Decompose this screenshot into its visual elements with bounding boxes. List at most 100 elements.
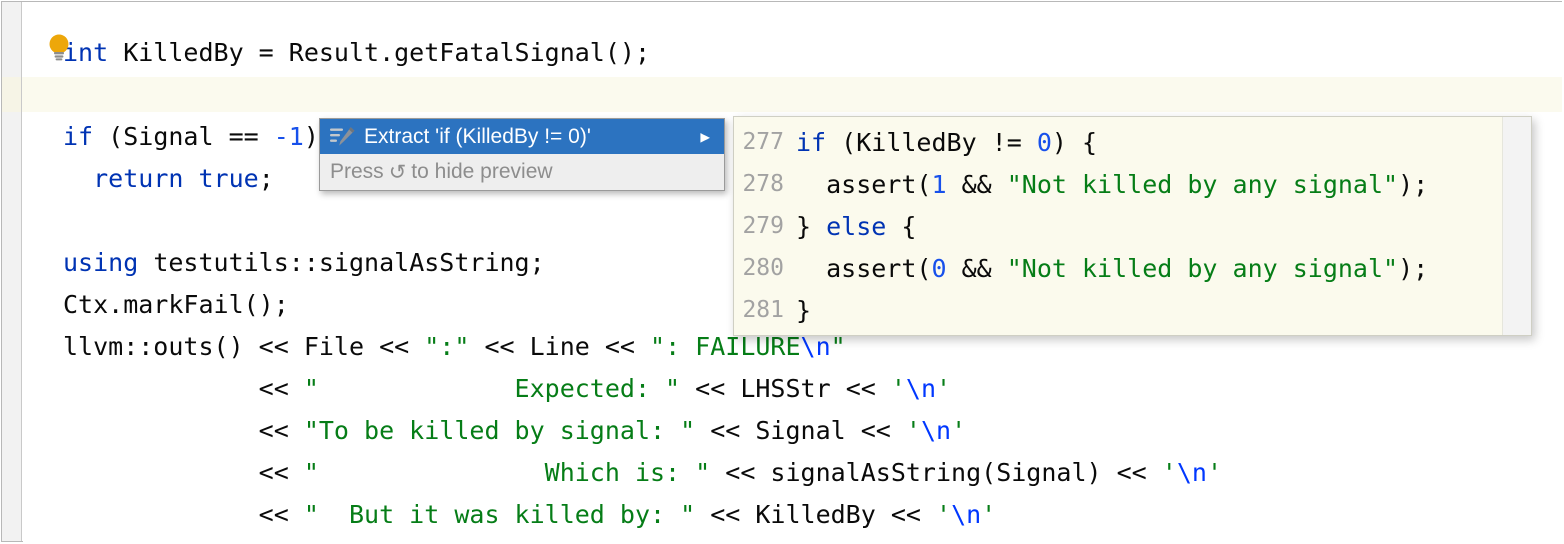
menu-item-extract-if-label: Extract 'if (KilledBy != 0)' bbox=[364, 126, 694, 147]
code-token bbox=[183, 164, 198, 193]
code-token: if bbox=[796, 128, 826, 157]
code-token: \n bbox=[1177, 458, 1207, 487]
code-token: 0 bbox=[1037, 128, 1052, 157]
preview-line-code: assert(0 && "Not killed by any signal"); bbox=[796, 254, 1531, 283]
code-token: << LHSStr << bbox=[680, 374, 891, 403]
code-token: } bbox=[796, 296, 811, 325]
preview-line-number: 280 bbox=[734, 255, 796, 281]
preview-row: 281} bbox=[734, 289, 1531, 331]
code-token: ' bbox=[951, 416, 966, 445]
code-token: ' bbox=[981, 500, 996, 529]
preview-row: 278 assert(1 && "Not killed by any signa… bbox=[734, 163, 1531, 205]
code-token: " Which is: " bbox=[304, 458, 710, 487]
code-token: else bbox=[826, 212, 886, 241]
code-token: testutils::signalAsString; bbox=[138, 248, 544, 277]
code-token: ); bbox=[1398, 170, 1428, 199]
line-but-it-was: << " But it was killed by: " << KilledBy… bbox=[63, 500, 996, 529]
line-using-testutils: using testutils::signalAsString; bbox=[63, 248, 545, 277]
preview-hint: Press ↺ to hide preview bbox=[320, 154, 724, 190]
preview-line-code: if (KilledBy != 0) { bbox=[796, 128, 1531, 157]
preview-line-number: 278 bbox=[734, 171, 796, 197]
code-token: true bbox=[198, 164, 258, 193]
preview-hint-suffix: to hide preview bbox=[411, 160, 552, 184]
code-token: << KilledBy << bbox=[695, 500, 936, 529]
code-token: assert( bbox=[796, 170, 931, 199]
code-token: "Not killed by any signal" bbox=[1007, 170, 1398, 199]
preview-line-code: } bbox=[796, 296, 1531, 325]
code-token: (Signal == bbox=[93, 122, 274, 151]
code-token: << signalAsString(Signal) << bbox=[710, 458, 1162, 487]
code-token: && bbox=[947, 254, 1007, 283]
line-int-killedby: int KilledBy = Result.getFatalSignal(); bbox=[63, 38, 650, 67]
caret-line-gutter-highlight bbox=[2, 77, 22, 112]
line-outs-file: llvm::outs() << File << ":" << Line << "… bbox=[63, 332, 846, 361]
preview-line-code: } else { bbox=[796, 212, 1531, 241]
preview-line-number: 279 bbox=[734, 213, 796, 239]
lightbulb-icon[interactable] bbox=[47, 33, 71, 61]
undo-circle-icon: ↺ bbox=[389, 160, 407, 185]
intention-action-popup: Extract 'if (KilledBy != 0)' ▶ Press ↺ t… bbox=[319, 118, 725, 191]
preview-row: 279} else { bbox=[734, 205, 1531, 247]
preview-line-number: 281 bbox=[734, 297, 796, 323]
code-token: ' bbox=[1162, 458, 1177, 487]
code-token: << Signal << bbox=[695, 416, 906, 445]
code-token: ); bbox=[1398, 254, 1428, 283]
line-return-true: return true; bbox=[63, 164, 274, 193]
refactor-extract-icon bbox=[330, 126, 356, 148]
screenshot-root: int KilledBy = Result.getFatalSignal(); a… bbox=[0, 0, 1564, 544]
code-token: if bbox=[63, 122, 93, 151]
line-which-is: << " Which is: " << signalAsString(Signa… bbox=[63, 458, 1222, 487]
code-token: } bbox=[796, 212, 826, 241]
code-token: -1 bbox=[274, 122, 304, 151]
code-token: ":" bbox=[424, 332, 469, 361]
code-token: \n bbox=[801, 332, 831, 361]
preview-row: 277if (KilledBy != 0) { bbox=[734, 121, 1531, 163]
code-token: ' bbox=[906, 416, 921, 445]
code-token: 1 bbox=[931, 170, 946, 199]
code-token: ; bbox=[259, 164, 274, 193]
code-token: ) { bbox=[1052, 128, 1097, 157]
code-token: ' bbox=[936, 374, 951, 403]
code-token: << bbox=[63, 416, 304, 445]
code-token: ' bbox=[891, 374, 906, 403]
preview-hint-prefix: Press bbox=[330, 160, 384, 184]
code-token: assert( bbox=[796, 254, 931, 283]
code-token: << bbox=[63, 458, 304, 487]
code-token: && bbox=[947, 170, 1007, 199]
preview-row: 280 assert(0 && "Not killed by any signa… bbox=[734, 247, 1531, 289]
preview-line-number: 277 bbox=[734, 129, 796, 155]
code-token: using bbox=[63, 248, 138, 277]
code-token bbox=[63, 164, 93, 193]
code-token: "To be killed by signal: " bbox=[304, 416, 695, 445]
code-token: << bbox=[63, 500, 304, 529]
code-token: "Not killed by any signal" bbox=[1007, 254, 1398, 283]
code-token: ' bbox=[936, 500, 951, 529]
code-token: \n bbox=[906, 374, 936, 403]
line-to-be-killed: << "To be killed by signal: " << Signal … bbox=[63, 416, 966, 445]
code-token: KilledBy = Result.getFatalSignal(); bbox=[108, 38, 650, 67]
code-token: (KilledBy != bbox=[826, 128, 1037, 157]
code-token: << bbox=[63, 374, 304, 403]
code-token: \n bbox=[921, 416, 951, 445]
line-expected: << " Expected: " << LHSStr << '\n' bbox=[63, 374, 951, 403]
line-if-signal: if (Signal == -1) { bbox=[63, 122, 349, 151]
preview-line-code: assert(1 && "Not killed by any signal"); bbox=[796, 170, 1531, 199]
code-token: ' bbox=[1207, 458, 1222, 487]
line-ctx-markfail: Ctx.markFail(); bbox=[63, 290, 289, 319]
menu-item-extract-if[interactable]: Extract 'if (KilledBy != 0)' ▶ bbox=[320, 119, 724, 154]
code-token: ": FAILURE bbox=[650, 332, 801, 361]
code-token: return bbox=[93, 164, 183, 193]
code-token: 0 bbox=[931, 254, 946, 283]
code-token: " bbox=[831, 332, 846, 361]
code-token: llvm::outs() << File << bbox=[63, 332, 424, 361]
chevron-right-icon[interactable]: ▶ bbox=[700, 129, 710, 145]
code-token: << Line << bbox=[469, 332, 650, 361]
code-token: Ctx.markFail(); bbox=[63, 290, 289, 319]
code-token: \n bbox=[951, 500, 981, 529]
code-token: { bbox=[886, 212, 916, 241]
code-token: " Expected: " bbox=[304, 374, 680, 403]
refactoring-preview-popup: 277if (KilledBy != 0) {278 assert(1 && "… bbox=[733, 116, 1532, 336]
caret-line-highlight bbox=[2, 77, 1562, 112]
preview-code-rows: 277if (KilledBy != 0) {278 assert(1 && "… bbox=[734, 121, 1531, 331]
code-token: " But it was killed by: " bbox=[304, 500, 695, 529]
